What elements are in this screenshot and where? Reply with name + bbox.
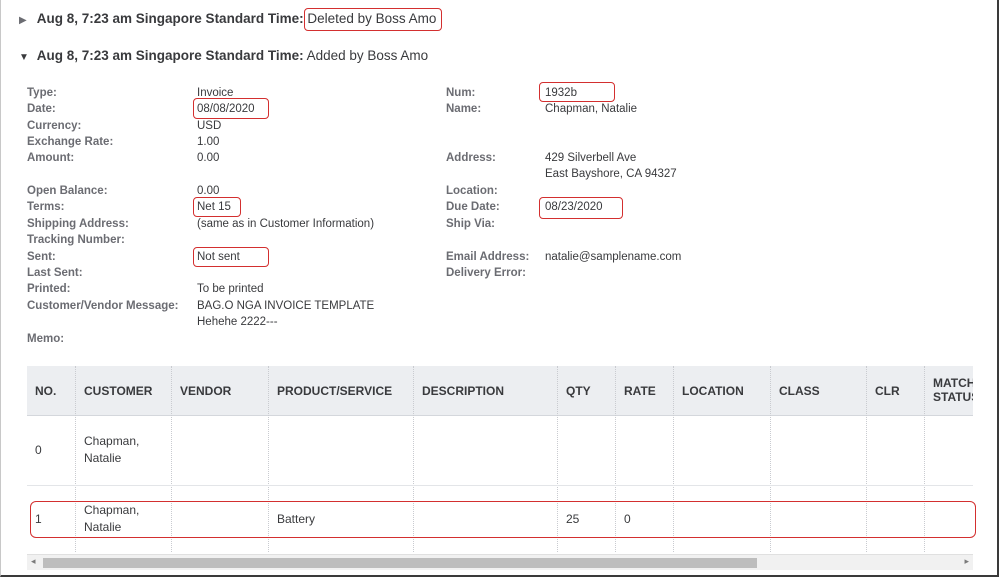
horizontal-scrollbar[interactable]: ◂ ▸ [27,554,973,570]
tracking-number-label: Tracking Number: [27,234,125,246]
last-sent-label: Last Sent: [27,267,83,279]
due-date-label: Due Date: [446,201,500,213]
scroll-left-arrow-icon[interactable]: ◂ [31,556,36,567]
audit-history-panel: ▶ Aug 8, 7:23 am Singapore Standard Time… [0,0,999,577]
customer-message-value-line2: Hehehe 2222--- [197,316,278,328]
ship-via-label: Ship Via: [446,218,495,230]
location-label: Location: [446,185,498,197]
row-0-customer: Chapman, Natalie [76,433,139,467]
open-balance-label: Open Balance: [27,185,108,197]
amount-value: 0.00 [197,152,220,164]
row-separator [27,485,973,486]
address-value: 429 Silverbell Ave [545,152,637,164]
scroll-right-arrow-icon[interactable]: ▸ [964,556,969,567]
amount-label: Amount: [27,152,75,164]
highlight-box [30,501,976,538]
shipping-address-value: (same as in Customer Information) [197,218,375,230]
address-value-line2: East Bayshore, CA 94327 [545,168,677,180]
delivery-error-label: Delivery Error: [446,267,526,279]
column-header-clr[interactable]: CLR [867,366,900,416]
column-header-no[interactable]: NO. [27,366,56,416]
column-header-qty[interactable]: QTY [558,366,591,416]
highlight-box [304,8,442,31]
exchange-rate-label: Exchange Rate: [27,136,114,148]
name-value: Chapman, Natalie [545,103,638,115]
entry-action: Added by Boss Amo [306,48,429,63]
terms-label: Terms: [27,201,65,213]
column-header-description[interactable]: DESCRIPTION [414,366,504,416]
entry-timestamp: Aug 8, 7:23 am Singapore Standard Time: [36,11,304,26]
row-0-no: 0 [35,443,42,457]
table-header: NO. CUSTOMER VENDOR PRODUCT/SERVICE DESC… [27,366,973,416]
name-label: Name: [446,103,482,115]
currency-label: Currency: [27,120,82,132]
collapse-triangle-icon[interactable]: ▼ [19,52,33,63]
customer-line2: Natalie [84,451,122,465]
address-label: Address: [446,152,496,164]
email-address-label: Email Address: [446,251,530,263]
column-header-class[interactable]: CLASS [771,366,820,416]
num-label: Num: [446,87,476,99]
history-entry-added[interactable]: ▼ Aug 8, 7:23 am Singapore Standard Time… [19,48,428,63]
entry-timestamp: Aug 8, 7:23 am Singapore Standard Time: [36,48,304,63]
customer-message-value: BAG.O NGA INVOICE TEMPLATE [197,300,375,312]
customer-line1: Chapman, [84,434,140,448]
scrollbar-thumb[interactable] [43,558,757,568]
match-status-line1: MATCH [933,376,973,390]
highlight-box [539,197,623,219]
email-address-value: natalie@samplename.com [545,251,682,263]
sent-label: Sent: [27,251,56,263]
currency-value: USD [197,120,222,132]
type-label: Type: [27,87,57,99]
exchange-rate-value: 1.00 [197,136,220,148]
column-header-match-status[interactable]: MATCH STATUS [925,366,973,416]
highlight-box [193,197,241,217]
highlight-box [539,82,615,102]
date-label: Date: [27,103,56,115]
column-header-location[interactable]: LOCATION [674,366,744,416]
column-header-rate[interactable]: RATE [616,366,656,416]
highlight-box [193,98,269,119]
highlight-box [193,247,269,267]
column-header-vendor[interactable]: VENDOR [172,366,231,416]
open-balance-value: 0.00 [197,185,220,197]
customer-message-label: Customer/Vendor Message: [27,300,179,312]
shipping-address-label: Shipping Address: [27,218,129,230]
memo-label: Memo: [27,333,65,345]
printed-label: Printed: [27,283,71,295]
column-header-product-service[interactable]: PRODUCT/SERVICE [269,366,392,416]
expand-triangle-icon[interactable]: ▶ [19,15,33,26]
printed-value: To be printed [197,283,264,295]
column-header-customer[interactable]: CUSTOMER [76,366,152,416]
match-status-line2: STATUS [933,390,973,404]
